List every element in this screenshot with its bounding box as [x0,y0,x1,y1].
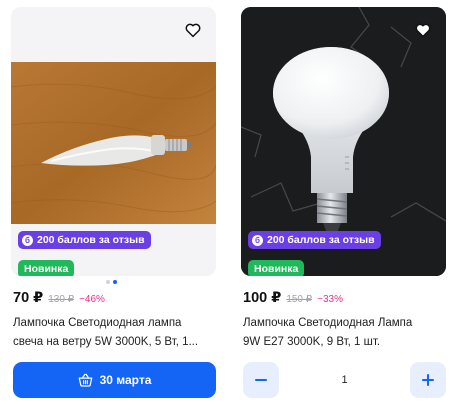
product-title-line: Лампочка Светодиодная Лампа [243,317,413,329]
product-title-line: 9W E27 3000K, 9 Вт, 1 шт. [243,336,381,348]
old-price: 150 ₽ [286,294,313,305]
basket-icon [78,373,92,387]
product-title[interactable]: Лампочка Светодиодная лампа свеча на вет… [13,314,216,352]
increase-quantity-button[interactable] [410,362,446,398]
favorite-button[interactable] [184,21,202,39]
discount-percent: −33% [317,294,343,305]
current-price: 100 ₽ [243,290,282,306]
plus-icon [422,374,434,386]
heart-outline-icon [185,23,201,38]
product-card[interactable]: б 200 баллов за отзыв Новинка 70 ₽ 130 ₽… [11,0,216,412]
price-row: 70 ₽ 130 ₽ −46% [13,290,105,306]
product-title[interactable]: Лампочка Светодиодная Лампа 9W E27 3000K… [243,314,446,352]
quantity-stepper: 1 [241,362,446,398]
points-for-review-badge: б 200 баллов за отзыв [18,231,151,249]
product-title-line: Лампочка Светодиодная лампа [13,317,182,329]
current-price: 70 ₽ [13,290,44,306]
carousel-dot[interactable] [106,280,110,284]
price-row: 100 ₽ 150 ₽ −33% [243,290,343,306]
quantity-value[interactable]: 1 [281,362,408,398]
points-badge-label: 200 баллов за отзыв [37,234,145,246]
image-carousel-dots [106,280,117,284]
points-badge-label: 200 баллов за отзыв [267,234,375,246]
carousel-dot-active[interactable] [113,280,117,284]
discount-percent: −46% [79,294,105,305]
points-for-review-badge: б 200 баллов за отзыв [248,231,381,249]
product-image[interactable]: б 200 баллов за отзыв Новинка [11,7,216,276]
decrease-quantity-button[interactable] [243,362,279,398]
delivery-date-label: 30 марта [99,373,152,387]
old-price: 130 ₽ [48,294,75,305]
minus-icon [255,379,267,381]
heart-outline-icon [415,23,431,38]
product-card[interactable]: б 200 баллов за отзыв Новинка 100 ₽ 150 … [241,0,446,412]
add-to-cart-button[interactable]: 30 марта [13,362,216,398]
product-title-line: свеча на ветру 5W 3000K, 5 Вт, 1... [13,336,199,348]
new-badge: Новинка [248,260,305,276]
new-badge: Новинка [18,260,75,276]
product-image[interactable]: б 200 баллов за отзыв Новинка [241,7,446,276]
favorite-button[interactable] [414,21,432,39]
points-coin-icon: б [22,234,33,246]
points-coin-icon: б [252,234,263,246]
